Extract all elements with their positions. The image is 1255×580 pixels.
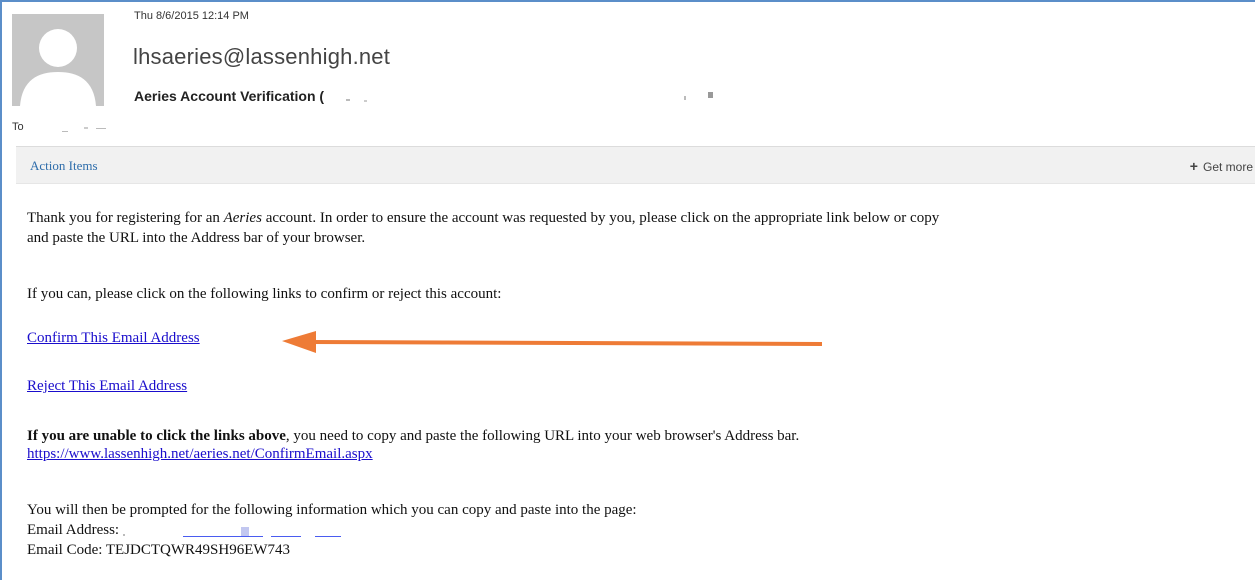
prompt-paragraph: You will then be prompted for the follow…	[27, 502, 637, 518]
email-code-line: Email Code: TEJDCTQWR49SH96EW743	[27, 540, 290, 560]
intro-text: Thank you for registering for an	[27, 210, 224, 226]
subject-text: Aeries Account Verification (	[134, 88, 325, 104]
orange-arrow-icon	[282, 331, 822, 353]
sent-date: Thu 8/6/2015 12:14 PM	[134, 10, 249, 22]
action-items-link[interactable]: Action Items	[30, 158, 98, 174]
email-code-label: Email Code:	[27, 542, 106, 558]
sender-avatar	[12, 14, 104, 106]
plus-icon: +	[1189, 158, 1198, 174]
intro-text-rest: account. In order to ensure the account …	[261, 210, 940, 226]
email-address-redaction	[122, 524, 343, 538]
fallback-text: , you need to copy and paste the followi…	[285, 428, 800, 444]
to-label: To	[12, 121, 24, 133]
instruction-paragraph: If you can, please click on the followin…	[27, 286, 502, 302]
email-code-value: TEJDCTQWR49SH96EW743	[105, 542, 291, 558]
intro-line-1: Thank you for registering for an Aeries …	[27, 208, 939, 228]
subject-redaction	[324, 90, 794, 104]
email-subject: Aeries Account Verification (	[134, 88, 794, 104]
confirm-email-link[interactable]: Confirm This Email Address	[27, 330, 200, 347]
fallback-paragraph: If you are unable to click the links abo…	[27, 426, 799, 446]
confirm-url-link[interactable]: https://www.lassenhigh.net/aeries.net/Co…	[27, 446, 373, 463]
email-address-line: Email Address:	[27, 520, 343, 540]
get-more-label: Get more	[1202, 160, 1253, 174]
sender-address[interactable]: lhsaeries@lassenhigh.net	[133, 44, 390, 70]
email-address-label: Email Address:	[27, 522, 123, 538]
intro-line-2: and paste the URL into the Address bar o…	[27, 230, 366, 246]
recipient-redaction	[32, 122, 132, 132]
get-more-button[interactable]: + Get more	[1190, 158, 1253, 174]
reject-email-link[interactable]: Reject This Email Address	[27, 378, 187, 395]
person-silhouette-icon	[12, 14, 104, 106]
action-items-bar: Action Items + Get more	[16, 146, 1255, 184]
aeries-emphasis: Aeries	[223, 210, 262, 226]
intro-paragraph: Thank you for registering for an Aeries …	[27, 208, 939, 248]
fallback-bold-text: If you are unable to click the links abo…	[27, 428, 286, 444]
